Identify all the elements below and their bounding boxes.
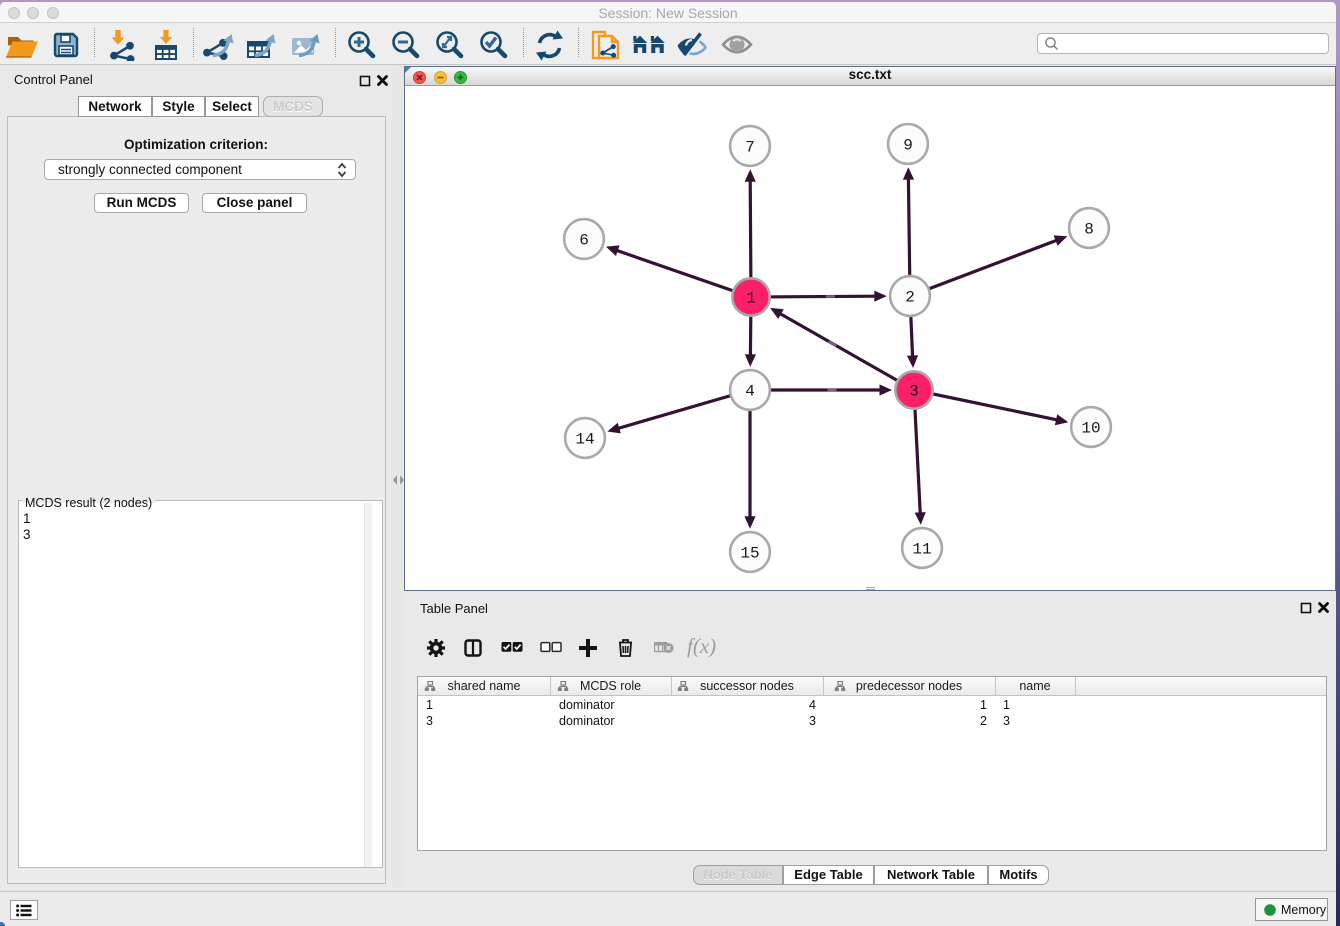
svg-text:10: 10 <box>1081 420 1100 438</box>
svg-text:6: 6 <box>579 232 589 250</box>
svg-text:14: 14 <box>575 431 594 449</box>
svg-text:3: 3 <box>909 383 919 401</box>
svg-text:1: 1 <box>746 290 756 308</box>
svg-text:9: 9 <box>903 137 913 155</box>
svg-text:15: 15 <box>740 545 759 563</box>
svg-text:4: 4 <box>745 383 755 401</box>
svg-text:7: 7 <box>745 139 755 157</box>
svg-text:11: 11 <box>912 541 931 559</box>
svg-text:2: 2 <box>905 289 915 307</box>
svg-text:8: 8 <box>1084 221 1094 239</box>
